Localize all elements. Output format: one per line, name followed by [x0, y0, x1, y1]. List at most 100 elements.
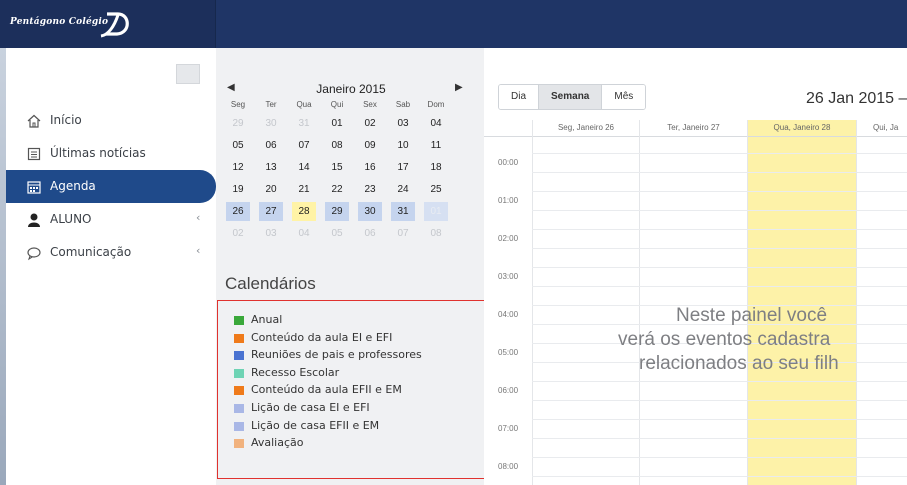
day-cell[interactable]: 10	[391, 136, 415, 155]
mini-calendar-title: Janeiro 2015	[316, 82, 386, 96]
day-cell[interactable]: 01	[325, 114, 349, 133]
day-cell-current-week[interactable]: 31	[391, 202, 415, 221]
day-column-header[interactable]: Seg, Janeiro 26	[532, 120, 639, 136]
sidebar-item-ultimas-noticias[interactable]: Últimas notícias	[6, 137, 216, 170]
calendar-color-swatch	[234, 421, 244, 431]
day-cell[interactable]: 02	[226, 224, 250, 243]
calendar-color-swatch	[234, 386, 244, 396]
day-cell[interactable]: 25	[424, 180, 448, 199]
day-cell-today[interactable]: 28	[292, 202, 316, 221]
day-cell[interactable]: 03	[259, 224, 283, 243]
today-column-highlight	[747, 120, 856, 485]
sidebar-item-label: ALUNO	[50, 212, 92, 226]
day-cell-current-week[interactable]: 29	[325, 202, 349, 221]
grid-hline	[532, 210, 907, 211]
grid-hline	[532, 248, 907, 249]
hour-label: 03:00	[498, 272, 519, 281]
weekday-label: Dom	[427, 100, 445, 109]
day-cell-current-week[interactable]: 26	[226, 202, 250, 221]
week-calendar: Dia Semana Mês 26 Jan 2015 – Seg, Janeir…	[484, 48, 907, 485]
day-cell[interactable]: 14	[292, 158, 316, 177]
hour-label: 00:00	[498, 158, 519, 167]
grid-hline	[532, 419, 907, 420]
chevron-left-icon: ‹	[196, 211, 201, 224]
view-week-button[interactable]: Semana	[539, 85, 603, 109]
day-cell[interactable]: 16	[358, 158, 382, 177]
day-cell[interactable]: 09	[358, 136, 382, 155]
chat-icon	[27, 247, 41, 261]
calendars-heading: Calendários	[225, 274, 316, 293]
day-cell-current-week[interactable]: 01	[424, 202, 448, 221]
weekday-label: Qui	[330, 100, 344, 109]
day-cell[interactable]: 12	[226, 158, 250, 177]
sidebar: Início Últimas notícias Agenda ALUNO ‹ C…	[6, 48, 216, 485]
day-cell[interactable]: 20	[259, 180, 283, 199]
grid-hline	[532, 457, 907, 458]
hour-label: 05:00	[498, 348, 519, 357]
calendar-icon	[27, 181, 41, 194]
day-cell[interactable]: 31	[292, 114, 316, 133]
day-cell[interactable]: 29	[226, 114, 250, 133]
sidebar-item-aluno[interactable]: ALUNO ‹	[6, 203, 216, 236]
day-cell[interactable]: 15	[325, 158, 349, 177]
day-cell[interactable]: 04	[424, 114, 448, 133]
day-cell[interactable]: 30	[259, 114, 283, 133]
day-cell[interactable]: 07	[391, 224, 415, 243]
sidebar-item-inicio[interactable]: Início	[6, 104, 216, 137]
sidebar-item-agenda[interactable]: Agenda	[6, 170, 216, 203]
brand-logo-icon	[100, 12, 129, 38]
sidebar-item-comunicacao[interactable]: Comunicação ‹	[6, 236, 216, 269]
day-cell[interactable]: 02	[358, 114, 382, 133]
sidebar-item-label: Comunicação	[50, 245, 132, 259]
day-cell-current-week[interactable]: 30	[358, 202, 382, 221]
sidebar-toggle-button[interactable]	[176, 64, 200, 84]
day-cell[interactable]: 22	[325, 180, 349, 199]
sidebar-item-label: Últimas notícias	[50, 146, 146, 160]
time-grid: Seg, Janeiro 26 Ter, Janeiro 27 Qua, Jan…	[484, 120, 907, 485]
home-icon	[27, 114, 41, 128]
grid-vline	[856, 120, 857, 485]
day-cell[interactable]: 11	[424, 136, 448, 155]
day-cell[interactable]: 03	[391, 114, 415, 133]
hour-label: 07:00	[498, 424, 519, 433]
day-cell[interactable]: 23	[358, 180, 382, 199]
weekday-label: Sab	[395, 100, 411, 109]
day-cell[interactable]: 24	[391, 180, 415, 199]
day-cell[interactable]: 19	[226, 180, 250, 199]
day-column-header[interactable]: Qua, Janeiro 28	[747, 120, 856, 136]
calendar-name: Lição de casa EI e EFI	[251, 400, 370, 414]
grid-hline	[532, 172, 907, 173]
calendar-name: Avaliação	[251, 436, 304, 450]
calendar-name: Reuniões de pais e professores	[251, 348, 422, 362]
day-cell[interactable]: 06	[259, 136, 283, 155]
hour-label: 01:00	[498, 196, 519, 205]
grid-vline	[639, 120, 640, 485]
overlay-line: verá os eventos cadastra	[618, 329, 831, 350]
brand-area[interactable]: Pentágono Colégio	[0, 0, 216, 48]
brand-name: Pentágono Colégio	[10, 17, 109, 27]
day-column-header[interactable]: Ter, Janeiro 27	[639, 120, 747, 136]
grid-hline	[532, 191, 907, 192]
view-switcher: Dia Semana Mês	[498, 84, 647, 110]
day-cell[interactable]: 08	[325, 136, 349, 155]
app-root: Pentágono Colégio Início Últimas notícia…	[0, 0, 907, 485]
day-cell[interactable]: 08	[424, 224, 448, 243]
day-cell[interactable]: 04	[292, 224, 316, 243]
calendar-color-swatch	[234, 368, 244, 378]
day-cell[interactable]: 21	[292, 180, 316, 199]
day-cell[interactable]: 06	[358, 224, 382, 243]
view-day-button[interactable]: Dia	[499, 85, 540, 109]
day-cell[interactable]: 13	[259, 158, 283, 177]
sidebar-item-label: Início	[50, 113, 82, 127]
day-cell[interactable]: 07	[292, 136, 316, 155]
day-cell[interactable]: 18	[424, 158, 448, 177]
grid-hline	[532, 153, 907, 154]
day-cell-current-week[interactable]: 27	[259, 202, 283, 221]
overlay-line: Neste painel você	[676, 305, 828, 326]
day-column-header[interactable]: Qui, Ja	[856, 120, 907, 136]
day-cell[interactable]: 05	[226, 136, 250, 155]
view-month-button[interactable]: Mês	[602, 85, 646, 109]
day-cell[interactable]: 17	[391, 158, 415, 177]
day-cell[interactable]: 05	[325, 224, 349, 243]
next-month-button[interactable]: ▶	[455, 82, 463, 93]
